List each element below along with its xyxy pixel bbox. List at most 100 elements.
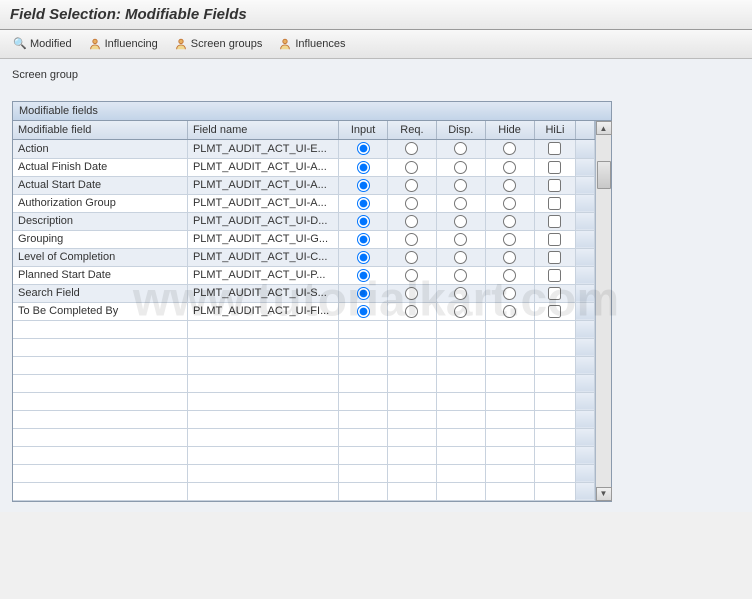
input-radio[interactable] [357, 197, 370, 210]
cell-disp [436, 230, 485, 248]
cell-disp [436, 284, 485, 302]
cell-input [339, 230, 388, 248]
hili-checkbox[interactable] [548, 305, 561, 318]
hili-checkbox[interactable] [548, 287, 561, 300]
cell-req [387, 230, 436, 248]
input-radio[interactable] [357, 142, 370, 155]
hili-checkbox[interactable] [548, 161, 561, 174]
cell-name: PLMT_AUDIT_ACT_UI-A... [187, 158, 338, 176]
hide-radio[interactable] [503, 287, 516, 300]
input-radio[interactable] [357, 269, 370, 282]
table-row: Planned Start DatePLMT_AUDIT_ACT_UI-P... [13, 266, 595, 284]
toolbar-screen-groups-button[interactable]: Screen groups [167, 34, 270, 54]
col-req[interactable]: Req. [387, 121, 436, 140]
cell-disp [436, 248, 485, 266]
hide-radio[interactable] [503, 215, 516, 228]
input-radio[interactable] [357, 233, 370, 246]
disp-radio[interactable] [454, 161, 467, 174]
hide-radio[interactable] [503, 305, 516, 318]
req-radio[interactable] [405, 287, 418, 300]
table-row: ActionPLMT_AUDIT_ACT_UI-E... [13, 140, 595, 158]
hili-checkbox[interactable] [548, 142, 561, 155]
table-row [13, 428, 595, 446]
scroll-down-icon[interactable]: ▼ [596, 487, 612, 501]
hide-radio[interactable] [503, 179, 516, 192]
cell-input [339, 194, 388, 212]
col-modifiable-field[interactable]: Modifiable field [13, 121, 187, 140]
input-radio[interactable] [357, 251, 370, 264]
disp-radio[interactable] [454, 215, 467, 228]
cell-hide [485, 248, 534, 266]
input-radio[interactable] [357, 161, 370, 174]
toolbar-influencing-button[interactable]: Influencing [81, 34, 165, 54]
disp-radio[interactable] [454, 251, 467, 264]
col-corner [576, 121, 595, 140]
req-radio[interactable] [405, 161, 418, 174]
toolbar-modified-button[interactable]: Modified [6, 34, 79, 54]
cell-hili [534, 140, 576, 158]
input-radio[interactable] [357, 215, 370, 228]
cell-hili [534, 284, 576, 302]
vertical-scrollbar[interactable]: ▲ ▼ [595, 121, 611, 501]
cell-req [387, 266, 436, 284]
disp-radio[interactable] [454, 197, 467, 210]
disp-radio[interactable] [454, 269, 467, 282]
hili-checkbox[interactable] [548, 251, 561, 264]
hide-radio[interactable] [503, 233, 516, 246]
cell-hili [534, 158, 576, 176]
hide-radio[interactable] [503, 251, 516, 264]
table-row: Search FieldPLMT_AUDIT_ACT_UI-S... [13, 284, 595, 302]
hide-radio[interactable] [503, 161, 516, 174]
cell-hide [485, 230, 534, 248]
cell-input [339, 158, 388, 176]
req-radio[interactable] [405, 142, 418, 155]
col-hili[interactable]: HiLi [534, 121, 576, 140]
cell-req [387, 140, 436, 158]
hide-radio[interactable] [503, 197, 516, 210]
input-radio[interactable] [357, 179, 370, 192]
table-row [13, 356, 595, 374]
col-hide[interactable]: Hide [485, 121, 534, 140]
disp-radio[interactable] [454, 233, 467, 246]
disp-radio[interactable] [454, 287, 467, 300]
toolbar: Modified InfluencingScreen groupsInfluenc… [0, 30, 752, 59]
hili-checkbox[interactable] [548, 269, 561, 282]
col-input[interactable]: Input [339, 121, 388, 140]
table-row: Actual Finish DatePLMT_AUDIT_ACT_UI-A... [13, 158, 595, 176]
cell-input [339, 212, 388, 230]
table-row: Level of CompletionPLMT_AUDIT_ACT_UI-C..… [13, 248, 595, 266]
col-field-name[interactable]: Field name [187, 121, 338, 140]
cell-input [339, 248, 388, 266]
hili-checkbox[interactable] [548, 197, 561, 210]
cell-hili [534, 266, 576, 284]
req-radio[interactable] [405, 305, 418, 318]
table-row [13, 410, 595, 428]
disp-radio[interactable] [454, 179, 467, 192]
cell-name: PLMT_AUDIT_ACT_UI-A... [187, 194, 338, 212]
toolbar-influences-button[interactable]: Influences [271, 34, 352, 54]
req-radio[interactable] [405, 233, 418, 246]
hide-radio[interactable] [503, 142, 516, 155]
req-radio[interactable] [405, 179, 418, 192]
hili-checkbox[interactable] [548, 215, 561, 228]
cell-field: Level of Completion [13, 248, 187, 266]
input-radio[interactable] [357, 305, 370, 318]
disp-radio[interactable] [454, 142, 467, 155]
scroll-thumb[interactable] [597, 161, 611, 189]
req-radio[interactable] [405, 215, 418, 228]
input-radio[interactable] [357, 287, 370, 300]
cell-name: PLMT_AUDIT_ACT_UI-FI... [187, 302, 338, 320]
cell-hide [485, 266, 534, 284]
col-disp[interactable]: Disp. [436, 121, 485, 140]
toolbar-label: Modified [30, 38, 72, 50]
scroll-up-icon[interactable]: ▲ [596, 121, 612, 135]
disp-radio[interactable] [454, 305, 467, 318]
cell-hide [485, 194, 534, 212]
hide-radio[interactable] [503, 269, 516, 282]
cell-hide [485, 140, 534, 158]
req-radio[interactable] [405, 197, 418, 210]
req-radio[interactable] [405, 269, 418, 282]
hili-checkbox[interactable] [548, 179, 561, 192]
hili-checkbox[interactable] [548, 233, 561, 246]
req-radio[interactable] [405, 251, 418, 264]
